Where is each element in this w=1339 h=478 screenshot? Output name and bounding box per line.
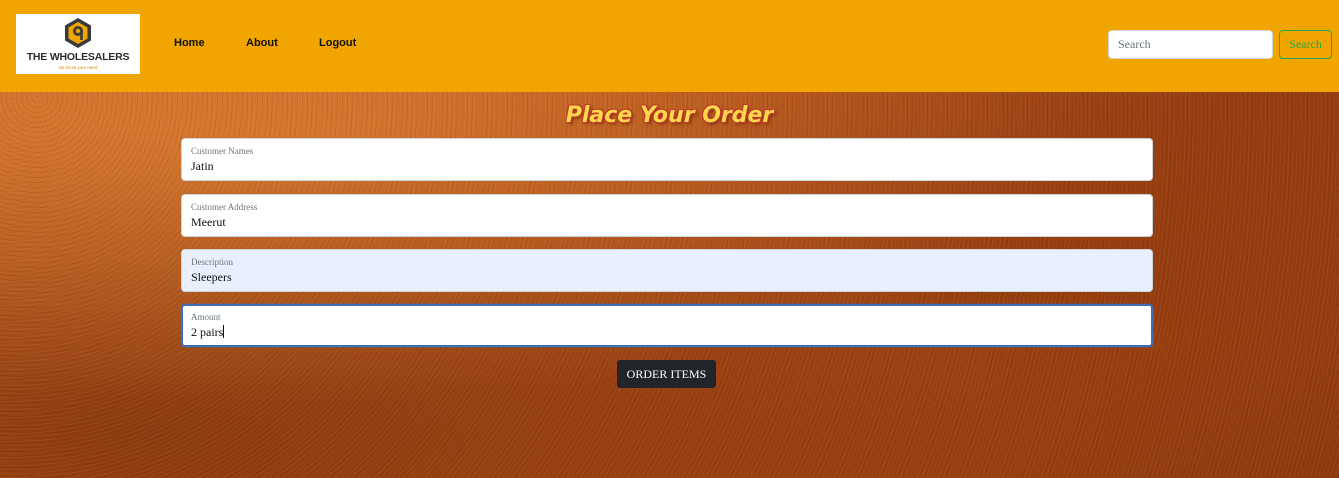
customer-address-label: Customer Address [191,202,258,212]
logo-tagline: we know your need [58,65,98,70]
description-field[interactable]: Description Sleepers [181,249,1153,292]
amount-label: Amount [191,312,221,322]
amount-field[interactable]: Amount 2 pairs [181,304,1153,347]
customer-name-field[interactable]: Customer Names Jatin [181,138,1153,181]
customer-address-field[interactable]: Customer Address Meerut [181,194,1153,237]
customer-name-label: Customer Names [191,146,254,156]
customer-name-value: Jatin [191,159,214,173]
customer-address-value: Meerut [191,215,226,229]
search-input[interactable] [1108,30,1273,59]
description-value: Sleepers [191,270,232,284]
order-items-button[interactable]: ORDER ITEMS [617,360,716,388]
brand-logo[interactable]: THE WHOLESALERS we know your need [16,14,140,74]
search-button[interactable]: Search [1279,30,1332,59]
navbar: THE WHOLESALERS we know your need Home A… [0,0,1339,92]
nav-link-logout[interactable]: Logout [319,37,356,49]
nav-link-about[interactable]: About [246,37,278,49]
description-label: Description [191,257,233,267]
amount-value: 2 pairs [191,325,224,339]
text-caret [223,325,225,338]
logo-hexagon-icon [65,18,91,48]
logo-title: THE WHOLESALERS [26,51,130,63]
nav-link-home[interactable]: Home [174,37,205,49]
page-title: Place Your Order [565,103,774,128]
amount-value-wrap: 2 pairs [191,325,225,340]
